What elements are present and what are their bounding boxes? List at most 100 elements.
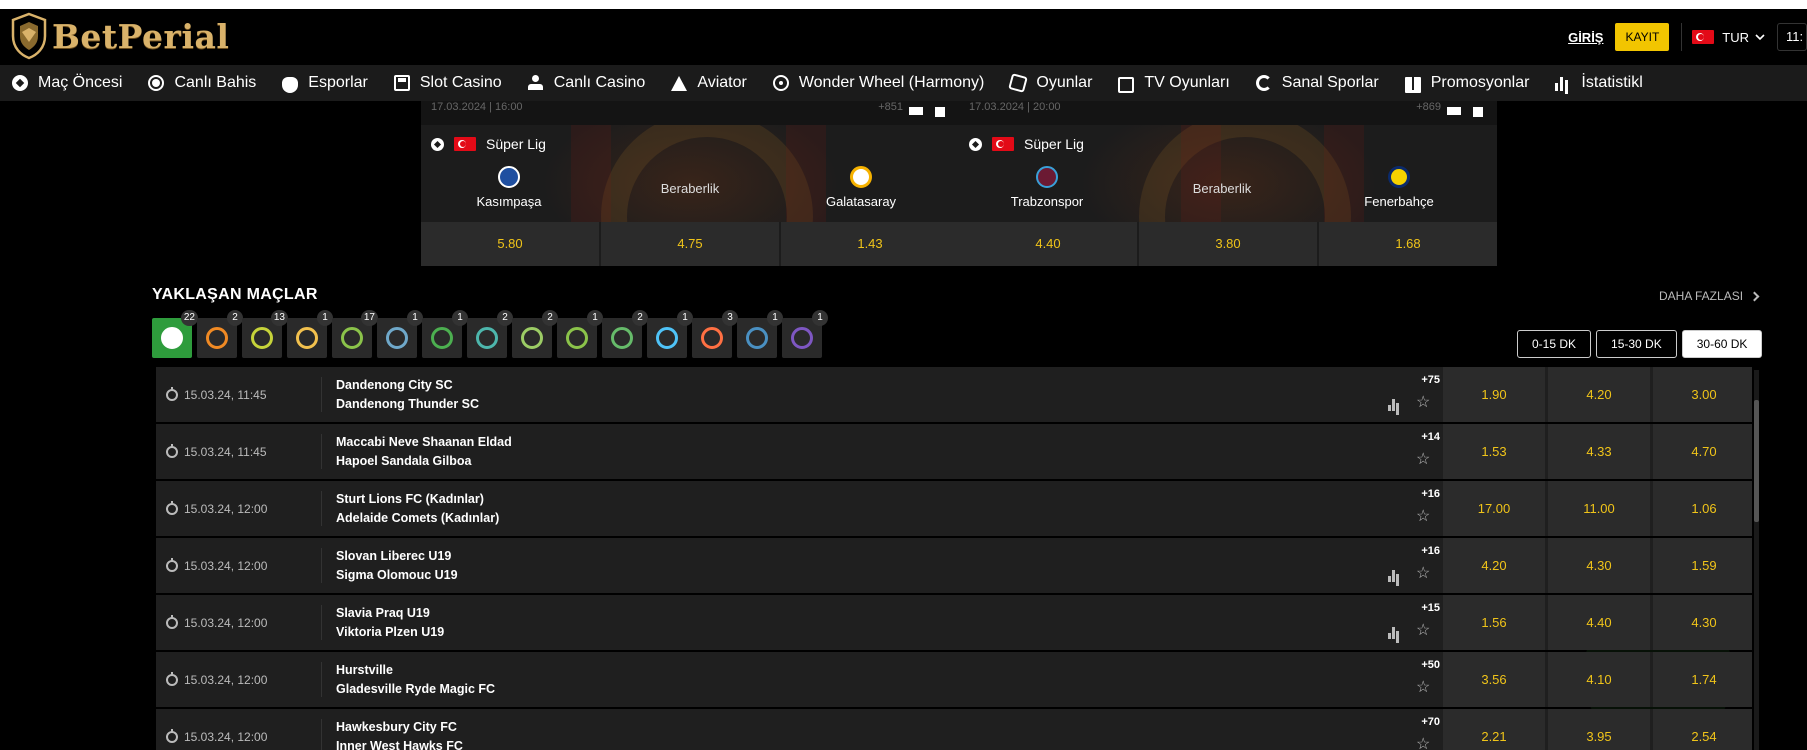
favorite-star-icon[interactable]: ☆ [1416,566,1430,582]
sport-filter-league-of-legends[interactable]: 1 [737,310,783,358]
odd-home[interactable]: 1.90 [1443,367,1545,422]
odd-home[interactable]: 4.40 [959,222,1139,266]
nav-wonder-wheel[interactable]: Wonder Wheel (Harmony) [761,65,999,101]
match-row[interactable]: 15.03.24, 12:00 Hawkesbury City FC Inner W… [156,709,1752,750]
sport-filter-badminton[interactable]: 2 [512,310,558,358]
odd-draw[interactable]: 3.95 [1548,709,1650,750]
match-teams[interactable]: Hurstville Gladesville Ryde Magic FC [336,661,495,699]
favorite-star-icon[interactable]: ☆ [1416,623,1430,639]
odd-draw[interactable]: 4.10 [1548,652,1650,707]
login-link[interactable]: GİRİŞ [1568,30,1603,45]
odd-away[interactable]: 1.68 [1319,222,1497,266]
nav-promotions[interactable]: Promosyonlar [1393,65,1544,101]
featured-action-icons[interactable] [1447,107,1487,117]
nav-live-casino[interactable]: Canlı Casino [516,65,660,101]
odd-draw[interactable]: 4.75 [601,222,781,266]
more-link[interactable]: DAHA FAZLASI [1659,289,1760,303]
sport-filter-futsal[interactable]: 1 [377,310,423,358]
nav-aviator[interactable]: Aviator [659,65,761,101]
sport-filter-rugby[interactable]: 1 [422,310,468,358]
sport-filter-dota[interactable]: 1 [782,310,828,358]
match-row[interactable]: 15.03.24, 12:00 Slovan Liberec U19 Sigma O… [156,538,1752,593]
odd-draw[interactable]: 4.30 [1548,538,1650,593]
odd-home[interactable]: 17.00 [1443,481,1545,536]
stats-icon[interactable] [1388,570,1402,582]
featured-market-count[interactable]: +869 [1416,101,1441,113]
sport-filter-basketball[interactable]: 2 [197,310,243,358]
sport-filter-tennis[interactable]: 13 [242,310,288,358]
sport-filter-soccer[interactable]: 22 [152,310,198,358]
featured-match-card[interactable]: 17.03.2024 | 16:00 +851 Süper Lig Kasımp… [421,101,959,266]
odd-away[interactable]: 2.54 [1653,709,1752,750]
match-row[interactable]: 15.03.24, 11:45 Dandenong City SC Dandenon… [156,367,1752,422]
scroll-thumb[interactable] [1754,400,1759,522]
odd-away[interactable]: 1.59 [1653,538,1752,593]
match-row[interactable]: 15.03.24, 11:45 Maccabi Neve Shaanan Elda… [156,424,1752,479]
sport-filter-counter-strike[interactable]: 3 [692,310,738,358]
favorite-star-icon[interactable]: ☆ [1416,737,1430,750]
more-markets-count[interactable]: +15 [1400,602,1440,614]
nav-statistics[interactable]: İstatistikl [1543,65,1656,101]
favorite-star-icon[interactable]: ☆ [1416,395,1430,411]
more-markets-count[interactable]: +75 [1400,374,1440,386]
stats-icon[interactable] [1388,399,1402,411]
sport-filter-volleyball[interactable]: 1 [287,310,333,358]
odd-home[interactable]: 3.56 [1443,652,1545,707]
favorite-star-icon[interactable]: ☆ [1416,509,1430,525]
nav-games[interactable]: Oyunlar [998,65,1106,101]
scrollbar[interactable] [1754,370,1759,750]
more-markets-count[interactable]: +16 [1400,488,1440,500]
filter-15-30[interactable]: 15-30 DK [1596,330,1677,358]
odd-draw[interactable]: 4.20 [1548,367,1650,422]
odd-home[interactable]: 1.53 [1443,424,1545,479]
more-markets-count[interactable]: +70 [1400,716,1440,728]
odd-home[interactable]: 4.20 [1443,538,1545,593]
featured-market-count[interactable]: +851 [878,101,903,113]
match-teams[interactable]: Slovan Liberec U19 Sigma Olomouc U19 [336,547,458,585]
more-markets-count[interactable]: +14 [1400,431,1440,443]
stats-icon[interactable] [1388,627,1402,639]
brand-logo[interactable]: BetPerial [10,12,229,60]
match-row[interactable]: 15.03.24, 12:00 Hurstville Gladesville Ryd… [156,652,1752,707]
favorite-star-icon[interactable]: ☆ [1416,680,1430,696]
nav-virtual-sports[interactable]: Sanal Sporlar [1244,65,1393,101]
odd-home[interactable]: 1.56 [1443,595,1545,650]
register-button[interactable]: KAYIT [1615,23,1670,51]
odd-away[interactable]: 4.30 [1653,595,1752,650]
odd-away[interactable]: 1.43 [781,222,959,266]
match-teams[interactable]: Slavia Praq U19 Viktoria Plzen U19 [336,604,444,642]
sport-filter-american-football[interactable]: 1 [557,310,603,358]
odd-away[interactable]: 1.74 [1653,652,1752,707]
sport-filter-water-polo[interactable]: 1 [647,310,693,358]
odd-away[interactable]: 4.70 [1653,424,1752,479]
odd-draw[interactable]: 3.80 [1139,222,1319,266]
nav-live-betting[interactable]: Canlı Bahis [136,65,270,101]
favorite-star-icon[interactable]: ☆ [1416,452,1430,468]
match-row[interactable]: 15.03.24, 12:00 Slavia Praq U19 Viktoria P… [156,595,1752,650]
nav-tv-games[interactable]: TV Oyunları [1106,65,1243,101]
match-row[interactable]: 15.03.24, 12:00 Sturt Lions FC (Kadınlar)… [156,481,1752,536]
odd-draw[interactable]: 4.33 [1548,424,1650,479]
odd-away[interactable]: 3.00 [1653,367,1752,422]
more-markets-count[interactable]: +16 [1400,545,1440,557]
odd-away[interactable]: 1.06 [1653,481,1752,536]
match-teams[interactable]: Maccabi Neve Shaanan Eldad Hapoel Sandala… [336,433,512,471]
nav-esports[interactable]: Esporlar [270,65,382,101]
featured-match-card[interactable]: 17.03.2024 | 20:00 +869 Süper Lig Trabzo… [959,101,1497,266]
sport-filter-baseball[interactable]: 2 [467,310,513,358]
odd-draw[interactable]: 4.40 [1548,595,1650,650]
sport-filter-table-tennis[interactable]: 17 [332,310,378,358]
match-teams[interactable]: Sturt Lions FC (Kadınlar) Adelaide Comets… [336,490,499,528]
filter-30-60[interactable]: 30-60 DK [1681,330,1763,358]
filter-0-15[interactable]: 0-15 DK [1517,330,1592,358]
odd-draw[interactable]: 11.00 [1548,481,1650,536]
sport-filter-hockey[interactable]: 2 [602,310,648,358]
match-teams[interactable]: Dandenong City SC Dandenong Thunder SC [336,376,479,414]
nav-slot-casino[interactable]: Slot Casino [382,65,516,101]
match-teams[interactable]: Hawkesbury City FC Inner West Hawks FC [336,718,463,750]
featured-action-icons[interactable] [909,107,949,117]
odd-home[interactable]: 2.21 [1443,709,1545,750]
language-selector[interactable]: TUR [1692,30,1765,45]
more-markets-count[interactable]: +50 [1400,659,1440,671]
odd-home[interactable]: 5.80 [421,222,601,266]
